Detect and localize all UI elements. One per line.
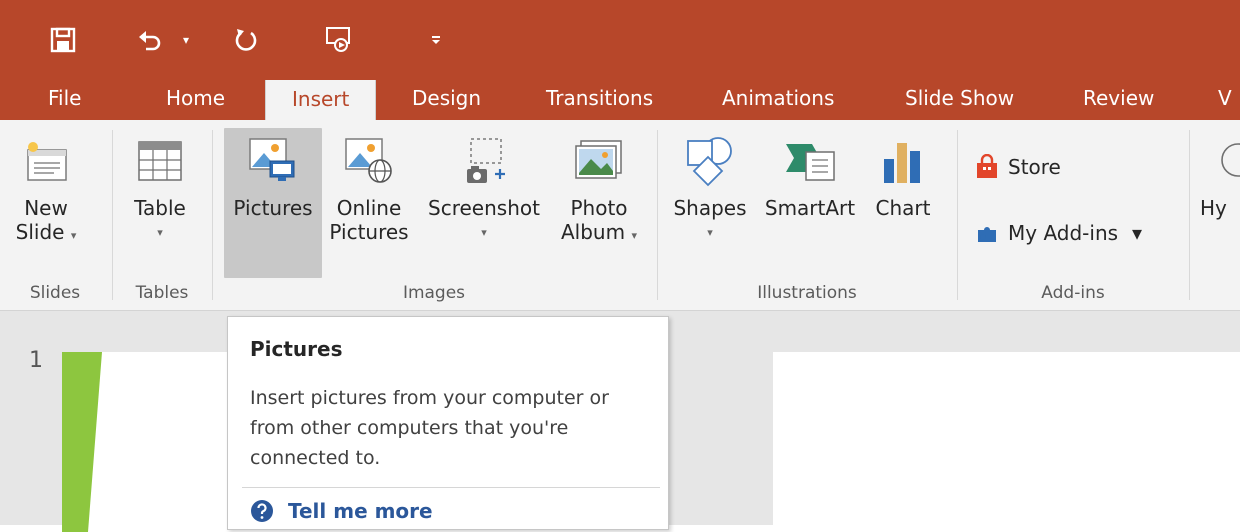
start-from-beginning-button[interactable] [318,18,360,62]
screenshot-label: Screenshot [428,196,540,220]
save-button[interactable] [40,18,86,62]
tab-design[interactable]: Design [412,78,481,120]
link-icon [1200,128,1240,194]
chevron-down-icon: ▾ [481,226,487,239]
photo-album-label-2: Album ▾ [561,218,637,247]
pictures-label: Pictures [233,196,313,220]
hyperlink-label-partial: Hy [1200,196,1227,220]
screenshot-button[interactable]: Screenshot ▾ [422,128,546,244]
tab-file[interactable]: File [48,78,81,120]
ribbon: New Slide ▾ Slides Table ▾ Tables Pictur… [0,120,1240,311]
chevron-down-icon: ▾ [70,229,77,242]
table-button[interactable]: Table ▾ [128,128,192,244]
my-addins-button[interactable]: My Add-ins ▾ [974,220,1142,246]
chevron-down-icon: ▾ [182,33,190,47]
tab-review[interactable]: Review [1083,78,1154,120]
thumbnail-accent-shape [62,352,102,532]
group-label-tables: Tables [135,283,189,303]
new-slide-label-2: Slide ▾ [16,218,77,247]
tab-transitions[interactable]: Transitions [546,78,653,120]
new-slide-icon [16,128,76,194]
group-separator [1189,130,1190,300]
slide-thumbnail[interactable] [62,352,242,532]
pictures-button[interactable]: Pictures [224,128,322,278]
group-label-slides: Slides [29,283,81,303]
chevron-down-icon: ▾ [631,229,637,242]
tab-insert[interactable]: Insert [265,80,377,122]
undo-button[interactable] [130,18,170,62]
my-addins-label: My Add-ins [1008,221,1119,245]
photo-album-label-2-text: Album [561,220,626,244]
pictures-tooltip: Pictures Insert pictures from your compu… [227,316,669,530]
tooltip-divider [242,487,660,488]
group-separator [957,130,958,300]
shapes-label: Shapes [673,196,747,220]
chart-button[interactable]: Chart [868,128,938,222]
slide-number: 1 [29,348,43,373]
group-separator [112,130,113,300]
customize-qat-button[interactable] [424,18,448,62]
group-label-images: Images [402,283,466,303]
shapes-button[interactable]: Shapes ▾ [670,128,750,244]
start-from-beginning-icon [326,27,350,52]
store-button[interactable]: Store [974,154,1061,180]
new-slide-button[interactable]: New Slide ▾ [16,128,76,247]
hyperlink-button[interactable]: Hy [1200,128,1240,222]
group-separator [657,130,658,300]
tab-home[interactable]: Home [166,78,225,120]
chevron-down-icon[interactable]: ▾ [1132,221,1142,245]
tooltip-description: Insert pictures from your computer or fr… [250,387,609,469]
photo-album-icon [569,128,629,194]
shapes-icon [680,128,740,194]
save-icon [50,27,76,53]
chevron-down-icon: ▾ [707,226,713,239]
chart-icon [873,128,933,194]
group-label-illustrations: Illustrations [757,283,857,303]
ribbon-tabs: File Home Insert Design Transitions Anim… [0,78,1240,122]
repeat-button[interactable] [225,18,265,62]
group-separator [212,130,213,300]
photo-album-button[interactable]: Photo Album ▾ [552,128,646,247]
smartart-button[interactable]: SmartArt [758,128,862,222]
undo-icon [139,31,161,51]
store-icon [977,154,997,178]
tab-animations[interactable]: Animations [722,78,834,120]
smartart-label: SmartArt [764,196,856,220]
table-label: Table [134,196,186,220]
smartart-icon [780,128,840,194]
chart-label: Chart [875,196,931,220]
tell-me-more-label: Tell me more [288,499,433,523]
tooltip-title: Pictures [250,337,343,361]
main-slide-canvas[interactable] [773,352,1240,532]
repeat-icon [235,29,257,51]
title-bar: ▾ [0,0,1240,78]
group-label-addins: Add-ins [1041,283,1105,303]
tab-view-partial[interactable]: V [1218,78,1232,120]
tell-me-more-link[interactable]: Tell me more [250,499,433,523]
tab-slide-show[interactable]: Slide Show [905,78,1014,120]
online-pictures-icon [339,128,399,194]
online-pictures-label-2: Pictures [329,220,409,244]
undo-dropdown[interactable]: ▾ [176,18,196,62]
chevron-down-icon: ▾ [157,226,163,239]
store-label: Store [1008,155,1061,179]
help-icon [251,500,273,522]
my-addins-icon [978,227,996,242]
screenshot-icon [454,128,514,194]
customize-qat-icon [432,36,440,44]
table-icon [130,128,190,194]
online-pictures-button[interactable]: Online Pictures [329,128,409,246]
new-slide-label-2-text: Slide [15,220,65,244]
pictures-icon [243,128,303,194]
